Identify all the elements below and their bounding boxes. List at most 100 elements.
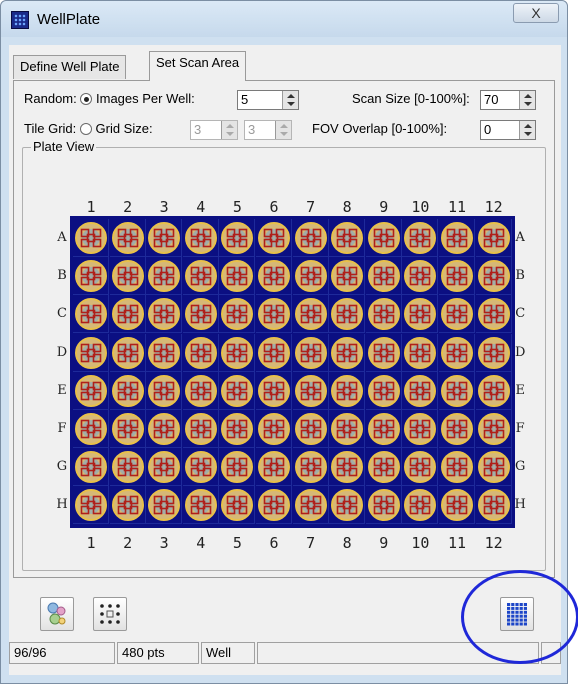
well-E9[interactable]: [365, 371, 402, 410]
well-C10[interactable]: [402, 295, 439, 334]
fov-overlap-spin-buttons[interactable]: [519, 121, 535, 139]
well-F5[interactable]: [219, 410, 256, 448]
well-B9[interactable]: [365, 257, 402, 296]
random-option[interactable]: Random: Images Per Well:: [24, 91, 195, 106]
well-G1[interactable]: [73, 448, 109, 487]
well-C3[interactable]: [146, 295, 183, 334]
well-F12[interactable]: [475, 410, 512, 448]
well-D8[interactable]: [329, 333, 366, 372]
well-G4[interactable]: [182, 448, 219, 487]
well-C2[interactable]: [109, 295, 146, 334]
well-H9[interactable]: [365, 486, 402, 525]
well-E3[interactable]: [146, 371, 183, 410]
well-C1[interactable]: [73, 295, 109, 334]
grid-size-x-value[interactable]: 3: [194, 122, 201, 137]
tile-grid-option[interactable]: Tile Grid: Grid Size:: [24, 121, 153, 136]
well-B6[interactable]: [256, 257, 292, 296]
well-C6[interactable]: [256, 295, 292, 334]
well-A11[interactable]: [439, 219, 475, 257]
well-H4[interactable]: [182, 486, 219, 525]
well-D6[interactable]: [256, 333, 292, 372]
scan-size-value[interactable]: 70: [484, 92, 498, 107]
well-B11[interactable]: [439, 257, 475, 296]
fov-overlap-value[interactable]: 0: [484, 122, 491, 137]
well-D12[interactable]: [475, 333, 512, 372]
well-G9[interactable]: [365, 448, 402, 487]
well-A7[interactable]: [292, 219, 329, 257]
well-A3[interactable]: [146, 219, 183, 257]
well-H5[interactable]: [219, 486, 256, 525]
well-C12[interactable]: [475, 295, 512, 334]
images-per-well-spinner[interactable]: 5: [237, 90, 299, 110]
grid-size-x-spin-buttons[interactable]: [221, 121, 237, 139]
well-A10[interactable]: [402, 219, 439, 257]
random-scatter-button[interactable]: [40, 597, 74, 631]
well-C7[interactable]: [292, 295, 329, 334]
well-G6[interactable]: [256, 448, 292, 487]
tab-set-scan-area[interactable]: Set Scan Area: [149, 51, 247, 81]
well-C9[interactable]: [365, 295, 402, 334]
well-D7[interactable]: [292, 333, 329, 372]
well-E11[interactable]: [439, 371, 475, 410]
well-B4[interactable]: [182, 257, 219, 296]
well-H6[interactable]: [256, 486, 292, 525]
well-F10[interactable]: [402, 410, 439, 448]
well-F8[interactable]: [329, 410, 366, 448]
well-E8[interactable]: [329, 371, 366, 410]
well-H2[interactable]: [109, 486, 146, 525]
well-D2[interactable]: [109, 333, 146, 372]
well-D10[interactable]: [402, 333, 439, 372]
grid-size-y-spinner[interactable]: 3: [244, 120, 292, 140]
well-E7[interactable]: [292, 371, 329, 410]
well-E4[interactable]: [182, 371, 219, 410]
well-G8[interactable]: [329, 448, 366, 487]
grid-size-y-value[interactable]: 3: [248, 122, 255, 137]
well-B8[interactable]: [329, 257, 366, 296]
images-per-well-spin-buttons[interactable]: [282, 91, 298, 109]
well-F7[interactable]: [292, 410, 329, 448]
well-A2[interactable]: [109, 219, 146, 257]
well-A6[interactable]: [256, 219, 292, 257]
well-H3[interactable]: [146, 486, 183, 525]
tile-grid-radio[interactable]: [79, 123, 92, 135]
well-F3[interactable]: [146, 410, 183, 448]
well-F2[interactable]: [109, 410, 146, 448]
well-D5[interactable]: [219, 333, 256, 372]
well-A9[interactable]: [365, 219, 402, 257]
grid-size-x-spinner[interactable]: 3: [190, 120, 238, 140]
well-B12[interactable]: [475, 257, 512, 296]
well-B5[interactable]: [219, 257, 256, 296]
well-C5[interactable]: [219, 295, 256, 334]
well-H11[interactable]: [439, 486, 475, 525]
well-A5[interactable]: [219, 219, 256, 257]
well-D11[interactable]: [439, 333, 475, 372]
well-G12[interactable]: [475, 448, 512, 487]
well-A12[interactable]: [475, 219, 512, 257]
scan-size-spinner[interactable]: 70: [480, 90, 536, 110]
well-B3[interactable]: [146, 257, 183, 296]
well-F11[interactable]: [439, 410, 475, 448]
well-F1[interactable]: [73, 410, 109, 448]
well-G7[interactable]: [292, 448, 329, 487]
grid-pattern-button[interactable]: [93, 597, 127, 631]
well-B2[interactable]: [109, 257, 146, 296]
well-G5[interactable]: [219, 448, 256, 487]
well-H1[interactable]: [73, 486, 109, 525]
well-A1[interactable]: [73, 219, 109, 257]
well-C11[interactable]: [439, 295, 475, 334]
well-A4[interactable]: [182, 219, 219, 257]
well-E12[interactable]: [475, 371, 512, 410]
well-G2[interactable]: [109, 448, 146, 487]
fov-overlap-spinner[interactable]: 0: [480, 120, 536, 140]
well-B1[interactable]: [73, 257, 109, 296]
well-E10[interactable]: [402, 371, 439, 410]
random-radio[interactable]: [80, 93, 93, 105]
well-D4[interactable]: [182, 333, 219, 372]
well-H10[interactable]: [402, 486, 439, 525]
title-bar[interactable]: WellPlate X: [1, 1, 567, 37]
well-B10[interactable]: [402, 257, 439, 296]
well-E2[interactable]: [109, 371, 146, 410]
tab-define-well-plate[interactable]: Define Well Plate: [13, 55, 127, 79]
well-E1[interactable]: [73, 371, 109, 410]
well-E5[interactable]: [219, 371, 256, 410]
